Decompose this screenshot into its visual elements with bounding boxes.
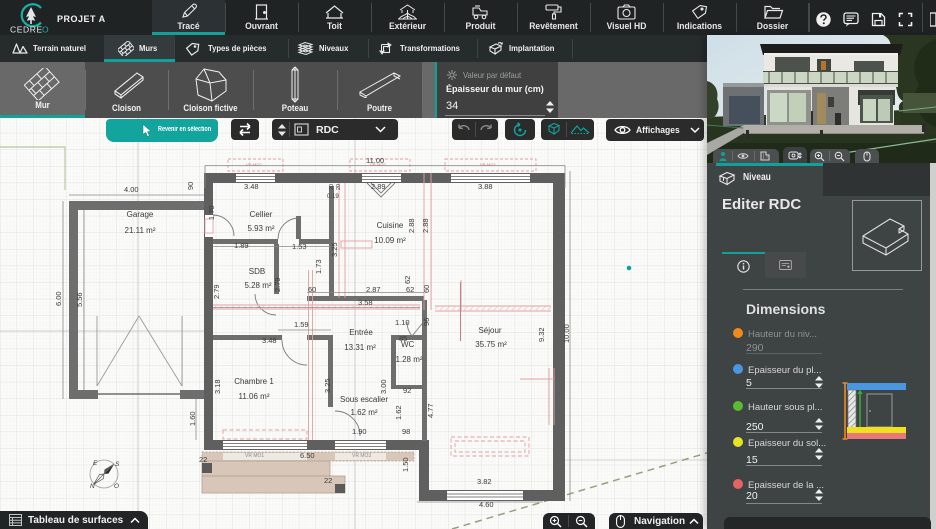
svg-text:92: 92 xyxy=(403,386,411,395)
svg-text:62: 62 xyxy=(403,276,412,284)
svg-text:0.19: 0.19 xyxy=(327,194,339,200)
svg-text:VR MO3: VR MO3 xyxy=(352,453,371,459)
svg-text:4.60: 4.60 xyxy=(479,500,494,509)
svg-text:21.11 m²: 21.11 m² xyxy=(125,226,156,235)
svg-text:96: 96 xyxy=(422,318,431,326)
svg-text:22: 22 xyxy=(324,476,332,485)
svg-text:1.60: 1.60 xyxy=(188,411,197,426)
svg-text:1.10: 1.10 xyxy=(395,318,410,327)
svg-text:2.89: 2.89 xyxy=(371,182,386,191)
svg-text:1.62 m²: 1.62 m² xyxy=(350,408,377,417)
svg-text:2.79: 2.79 xyxy=(273,277,282,292)
svg-text:90: 90 xyxy=(186,182,195,190)
svg-text:Cuisine: Cuisine xyxy=(377,221,404,230)
svg-text:1.53: 1.53 xyxy=(292,242,307,251)
svg-text:11.06 m²: 11.06 m² xyxy=(239,392,270,401)
svg-text:N: N xyxy=(90,483,95,490)
svg-text:3.82: 3.82 xyxy=(477,477,492,486)
svg-text:5.93 m²: 5.93 m² xyxy=(247,224,274,233)
svg-text:Cellier: Cellier xyxy=(250,210,273,219)
svg-text:3.48: 3.48 xyxy=(244,182,259,191)
svg-text:10.09 m²: 10.09 m² xyxy=(374,236,406,245)
svg-text:VR-MO2: VR-MO2 xyxy=(480,162,496,167)
svg-text:WC: WC xyxy=(401,340,415,349)
svg-text:9.32: 9.32 xyxy=(537,327,546,342)
svg-text:O: O xyxy=(42,25,49,35)
svg-text:3.48: 3.48 xyxy=(262,336,277,345)
svg-text:VR-MO2: VR-MO2 xyxy=(246,162,262,167)
svg-text:11.00: 11.00 xyxy=(366,156,384,165)
svg-text:6.50: 6.50 xyxy=(300,451,315,460)
svg-text:Entrée: Entrée xyxy=(349,328,373,337)
svg-text:3.00: 3.00 xyxy=(379,379,388,394)
svg-text:1.28 m²: 1.28 m² xyxy=(395,355,422,364)
svg-text:13.31 m²: 13.31 m² xyxy=(344,343,376,352)
svg-text:2.87: 2.87 xyxy=(366,285,381,294)
svg-text:Sous escalier: Sous escalier xyxy=(340,395,388,404)
svg-text:5.56: 5.56 xyxy=(75,292,84,307)
svg-text:SDB: SDB xyxy=(249,267,265,276)
svg-text:3.18: 3.18 xyxy=(213,379,222,394)
svg-text:CEDRE: CEDRE xyxy=(10,25,43,35)
svg-text:3.25: 3.25 xyxy=(323,378,332,393)
svg-text:1.89: 1.89 xyxy=(234,241,249,250)
svg-text:20: 20 xyxy=(329,184,335,190)
svg-text:4.00: 4.00 xyxy=(124,185,139,194)
svg-text:3.88: 3.88 xyxy=(478,182,493,191)
svg-text:62: 62 xyxy=(406,285,414,294)
svg-text:10.00: 10.00 xyxy=(562,324,571,343)
svg-text:5.28 m²: 5.28 m² xyxy=(244,281,271,290)
svg-text:S: S xyxy=(115,461,120,468)
svg-text:3.25: 3.25 xyxy=(330,242,339,257)
svg-text:20: 20 xyxy=(336,184,342,190)
svg-text:4.77: 4.77 xyxy=(426,403,435,418)
svg-text:1.73: 1.73 xyxy=(314,259,323,274)
svg-text:O: O xyxy=(114,483,119,490)
svg-text:1.50: 1.50 xyxy=(401,457,410,472)
svg-text:35.75 m²: 35.75 m² xyxy=(475,340,507,349)
svg-text:Séjour: Séjour xyxy=(478,326,501,335)
svg-text:60: 60 xyxy=(308,285,316,294)
svg-text:2.88: 2.88 xyxy=(421,218,430,233)
svg-text:2.79: 2.79 xyxy=(212,284,221,299)
svg-text:98: 98 xyxy=(402,427,410,436)
svg-text:1.90: 1.90 xyxy=(352,427,367,436)
svg-text:2.88: 2.88 xyxy=(407,218,416,233)
svg-text:Garage: Garage xyxy=(127,210,154,219)
svg-text:E: E xyxy=(93,460,98,467)
svg-text:VR MO1: VR MO1 xyxy=(245,453,264,459)
svg-text:22: 22 xyxy=(199,455,207,464)
svg-text:60: 60 xyxy=(422,285,431,293)
svg-text:6.00: 6.00 xyxy=(54,291,63,306)
svg-text:3.58: 3.58 xyxy=(358,298,373,307)
svg-text:1.62: 1.62 xyxy=(394,405,403,420)
svg-text:Chambre 1: Chambre 1 xyxy=(234,377,274,386)
svg-text:1.70: 1.70 xyxy=(207,205,216,220)
svg-text:1.59: 1.59 xyxy=(294,320,309,329)
